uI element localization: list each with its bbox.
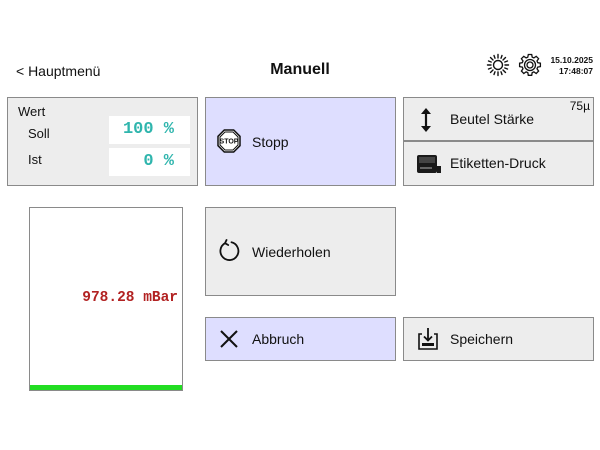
setpoint-value[interactable]: 100 % bbox=[109, 116, 190, 144]
actual-label: Ist bbox=[28, 152, 42, 167]
bag-thickness-label: Beutel Stärke bbox=[450, 111, 535, 127]
repeat-icon bbox=[219, 239, 240, 261]
stop-sign-icon: STOP bbox=[217, 129, 241, 153]
save-button-label: Speichern bbox=[450, 331, 514, 347]
stop-button[interactable]: STOP Stopp bbox=[205, 97, 396, 186]
bag-thickness-button[interactable]: Beutel Stärke 75µ bbox=[403, 97, 594, 141]
actual-value: 0 % bbox=[109, 148, 190, 176]
bag-thickness-value: 75µ bbox=[569, 99, 590, 113]
abort-button[interactable]: Abbruch bbox=[205, 317, 396, 361]
stop-button-label: Stopp bbox=[252, 134, 289, 150]
pressure-gauge-fill bbox=[30, 384, 182, 390]
value-panel: Wert Soll Ist 100 % 0 % bbox=[7, 97, 198, 186]
abort-button-label: Abbruch bbox=[252, 331, 305, 347]
pressure-value: 978.28 mBar bbox=[82, 290, 178, 306]
clock: 15.10.2025 17:48:07 bbox=[547, 55, 593, 77]
close-icon bbox=[220, 330, 238, 348]
save-button[interactable]: Speichern bbox=[403, 317, 594, 361]
repeat-button-label: Wiederholen bbox=[252, 244, 331, 260]
up-down-arrow-icon bbox=[421, 108, 431, 132]
repeat-button[interactable]: Wiederholen bbox=[205, 207, 396, 296]
time-text: 17:48:07 bbox=[558, 66, 593, 76]
pressure-gauge: 978.28 mBar bbox=[29, 207, 183, 391]
label-print-label: Etiketten-Druck bbox=[450, 155, 546, 171]
date-text: 15.10.2025 bbox=[550, 55, 593, 65]
save-icon bbox=[418, 328, 438, 350]
gear-icon[interactable] bbox=[518, 53, 542, 77]
sun-icon[interactable] bbox=[486, 53, 510, 77]
setpoint-label: Soll bbox=[28, 126, 50, 141]
value-panel-title: Wert bbox=[18, 104, 46, 119]
label-printer-icon bbox=[417, 155, 441, 173]
stop-sign-text: STOP bbox=[220, 139, 239, 146]
label-print-button[interactable]: Etiketten-Druck bbox=[403, 141, 594, 186]
back-to-main-menu-link[interactable]: < Hauptmenü bbox=[16, 63, 100, 79]
